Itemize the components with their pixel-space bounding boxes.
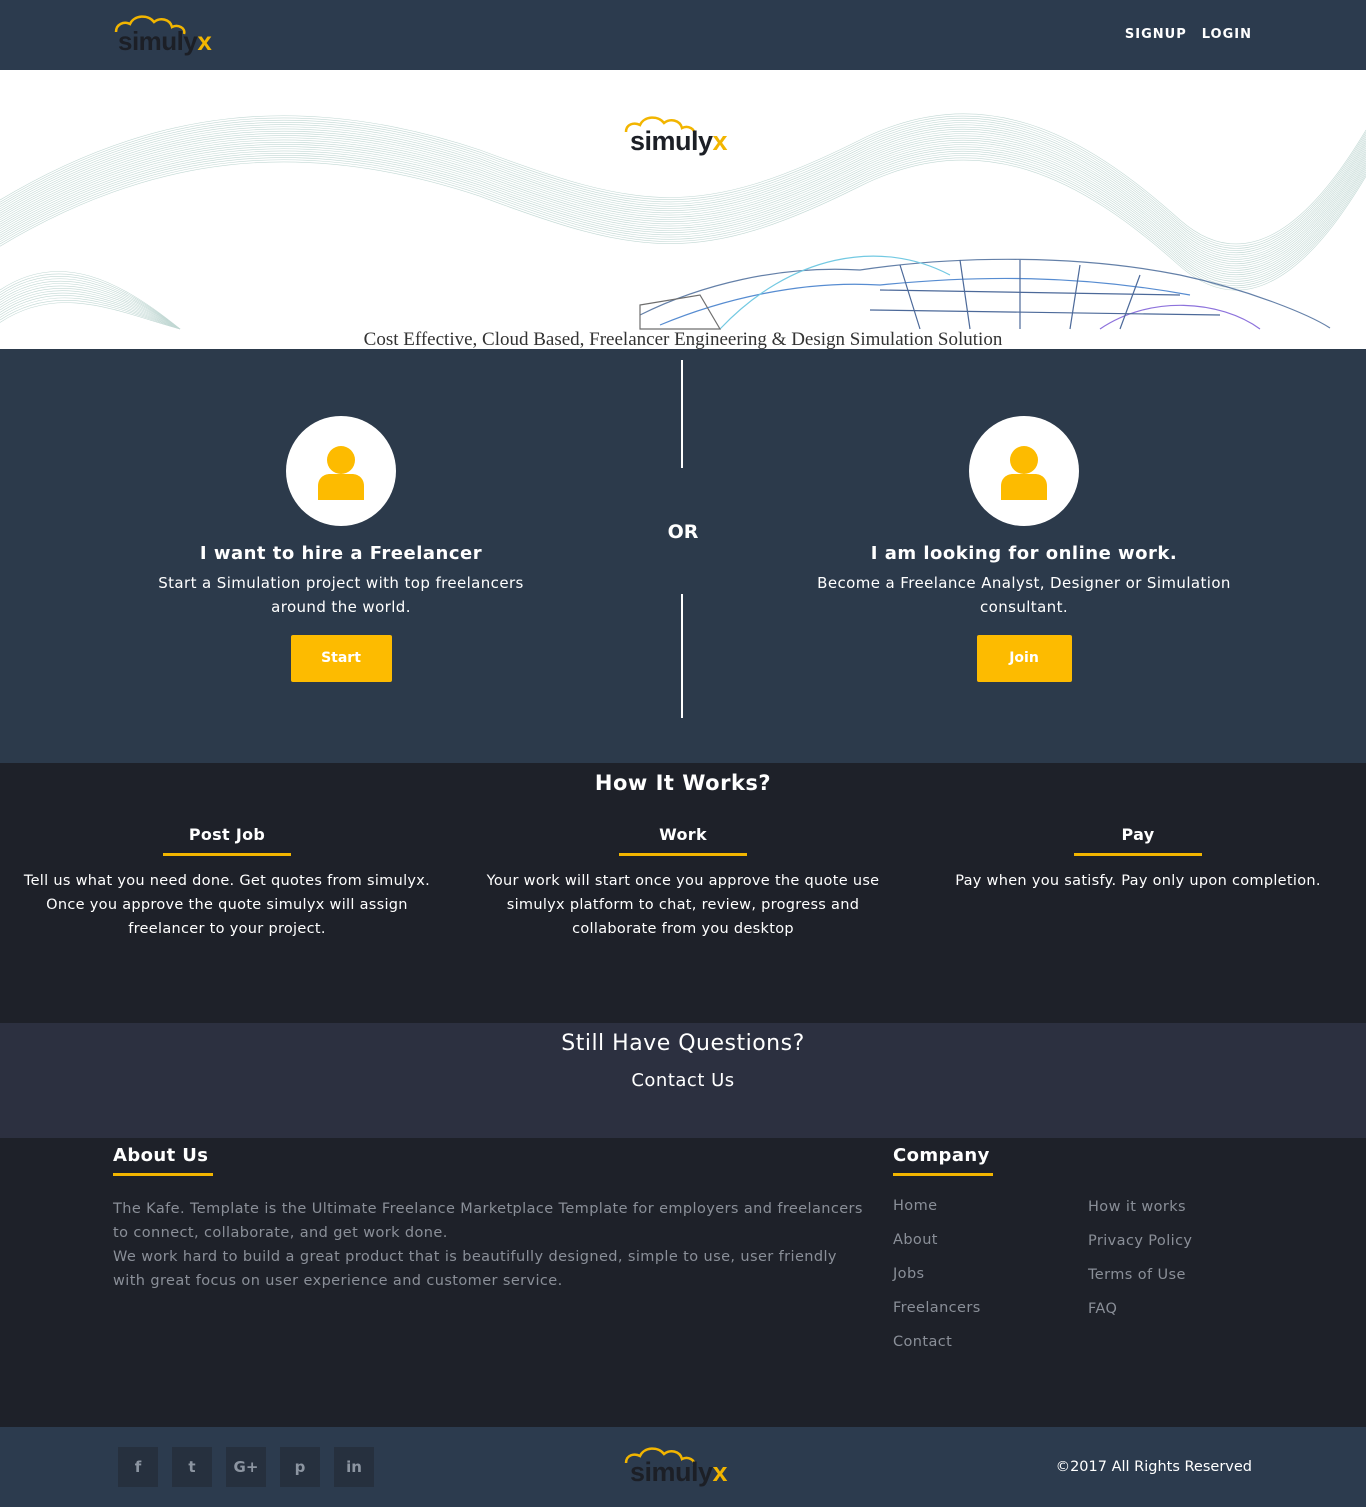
bottom-bar: f t G+ p in simulyx ©2017 All Rights Res… [0, 1427, 1366, 1507]
how-it-works-section: How It Works? Post Job Tell us what you … [0, 763, 1366, 1023]
footer-link-how-it-works[interactable]: How it works [1088, 1199, 1186, 1215]
footer-link-contact[interactable]: Contact [893, 1334, 952, 1350]
footer-link-faq[interactable]: FAQ [1088, 1301, 1117, 1317]
vertical-divider-top [681, 360, 683, 468]
step-underline [1074, 853, 1202, 856]
site-footer: About Us The Kafe. Template is the Ultim… [0, 1138, 1366, 1427]
copyright-text: ©2017 All Rights Reserved [1055, 1459, 1252, 1475]
avatar [286, 416, 396, 526]
hero-banner: simulyx Cost Effective, Cloud Based, Fre… [0, 70, 1366, 349]
questions-section: Still Have Questions? Contact Us [0, 1023, 1366, 1138]
logo-wordmark: simulyx [118, 26, 212, 56]
work-title: I am looking for online work. [870, 543, 1178, 564]
logo-wordmark: simulyx [630, 126, 728, 156]
vertical-divider-bottom [681, 594, 683, 718]
step-post-job: Post Job Tell us what you need done. Get… [7, 825, 447, 941]
step-title: Work [659, 825, 707, 844]
about-us-heading: About Us [113, 1145, 213, 1176]
footer-link-freelancers[interactable]: Freelancers [893, 1300, 981, 1316]
heading-underline [893, 1173, 993, 1176]
about-us-text: The Kafe. Template is the Ultimate Freel… [113, 1197, 873, 1293]
logo-wordmark: simulyx [630, 1457, 728, 1487]
step-work: Work Your work will start once you appro… [463, 825, 903, 941]
contact-us-link[interactable]: Contact Us [631, 1070, 734, 1091]
join-button[interactable]: Join [976, 635, 1072, 682]
step-text: Tell us what you need done. Get quotes f… [23, 873, 431, 937]
login-link[interactable]: LOGIN [1202, 27, 1252, 42]
user-icon [318, 446, 364, 500]
top-nav: SIGNUP LOGIN [1125, 27, 1252, 42]
step-text: Pay when you satisfy. Pay only upon comp… [955, 873, 1321, 889]
company-heading: Company [893, 1145, 993, 1176]
step-pay: Pay Pay when you satisfy. Pay only upon … [918, 825, 1358, 893]
pinterest-icon[interactable]: p [280, 1447, 320, 1487]
avatar [969, 416, 1079, 526]
work-description: Become a Freelance Analyst, Designer or … [817, 574, 1231, 616]
company-title: Company [893, 1145, 990, 1166]
wave-background-graphic [0, 113, 1366, 330]
step-underline [619, 853, 747, 856]
find-work-card: I am looking for online work. Become a F… [794, 416, 1254, 682]
hero-tagline: Cost Effective, Cloud Based, Freelancer … [363, 329, 1003, 349]
hire-description: Start a Simulation project with top free… [158, 574, 524, 616]
signup-link[interactable]: SIGNUP [1125, 27, 1187, 42]
company-links-col2: How it works Privacy Policy Terms of Use… [1088, 1199, 1192, 1335]
footer-link-privacy-policy[interactable]: Privacy Policy [1088, 1233, 1192, 1249]
questions-title: Still Have Questions? [561, 1031, 805, 1056]
footer-link-about[interactable]: About [893, 1232, 938, 1248]
facebook-icon[interactable]: f [118, 1447, 158, 1487]
how-it-works-title: How It Works? [594, 771, 772, 795]
google-plus-icon[interactable]: G+ [226, 1447, 266, 1487]
step-underline [163, 853, 291, 856]
company-links-col1: Home About Jobs Freelancers Contact [893, 1198, 981, 1368]
step-title: Post Job [188, 825, 266, 844]
heading-underline [113, 1173, 213, 1176]
step-text: Your work will start once you approve th… [486, 873, 880, 937]
hire-freelancer-card: I want to hire a Freelancer Start a Simu… [111, 416, 571, 682]
about-paragraph: We work hard to build a great product th… [113, 1249, 837, 1289]
start-button[interactable]: Start [290, 635, 392, 682]
linkedin-icon[interactable]: in [334, 1447, 374, 1487]
hero-logo: simulyx [622, 114, 746, 158]
twitter-icon[interactable]: t [172, 1447, 212, 1487]
role-selection-section: OR I want to hire a Freelancer Start a S… [0, 349, 1366, 763]
site-header: simulyx SIGNUP LOGIN [0, 0, 1366, 70]
about-paragraph: The Kafe. Template is the Ultimate Freel… [113, 1201, 863, 1241]
step-title: Pay [1121, 825, 1155, 844]
social-links: f t G+ p in [118, 1447, 374, 1487]
hire-title: I want to hire a Freelancer [199, 543, 483, 564]
footer-logo: simulyx [622, 1445, 746, 1489]
about-us-title: About Us [113, 1145, 209, 1166]
footer-link-terms-of-use[interactable]: Terms of Use [1088, 1267, 1186, 1283]
footer-link-jobs[interactable]: Jobs [893, 1266, 925, 1282]
user-icon [1001, 446, 1047, 500]
header-logo[interactable]: simulyx [112, 12, 232, 58]
footer-link-home[interactable]: Home [893, 1198, 937, 1214]
or-label: OR [667, 521, 699, 543]
